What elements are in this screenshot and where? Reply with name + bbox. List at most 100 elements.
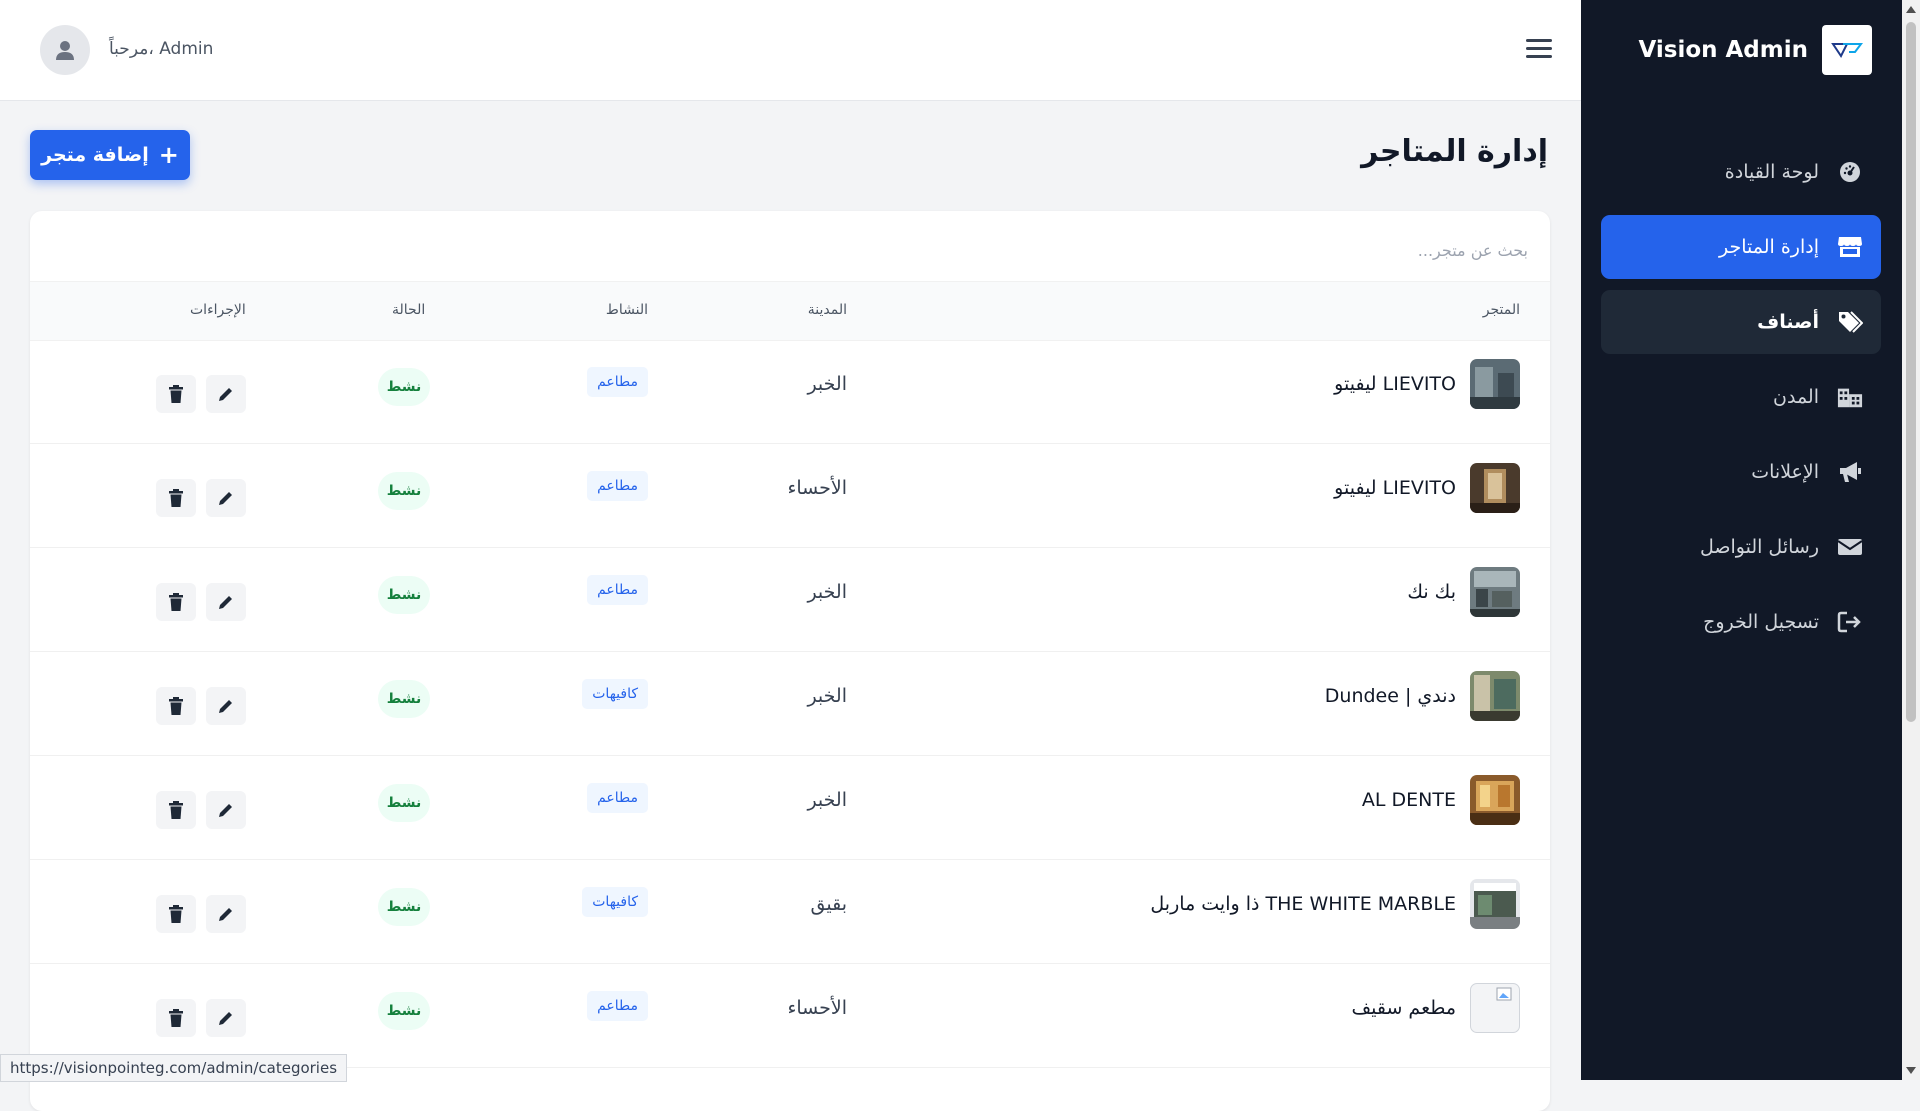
sidebar-item-cities[interactable]: المدن [1601,365,1881,429]
table-header: المتجر المدينة النشاط الحالة الإجراءات [30,281,1550,341]
delete-button[interactable] [156,999,196,1037]
scroll-up-arrow-icon[interactable] [1906,6,1916,13]
add-store-button[interactable]: إضافة متجر + [30,130,190,180]
delete-button[interactable] [156,375,196,413]
store-name: AL DENTE [1361,789,1456,811]
store-icon [1837,234,1863,260]
column-activity: النشاط [605,302,648,318]
pencil-icon [219,1012,232,1025]
store-name: Dundee | دندي [1324,685,1456,707]
trash-icon [169,489,183,507]
logout-icon [1837,609,1863,635]
delete-button[interactable] [156,479,196,517]
status-badge: نشط [378,680,430,718]
menu-toggle-icon[interactable] [1526,36,1552,62]
store-name: ليفيتو LIEVITO [1334,373,1456,395]
status-badge: نشط [378,784,430,822]
trash-icon [169,697,183,715]
sidebar: Vision Admin لوحة القيادة إدارة المتاجر … [1581,0,1902,1080]
edit-button[interactable] [206,999,246,1037]
avatar[interactable] [40,25,90,75]
activity-badge: مطاعم [587,575,648,605]
scroll-down-arrow-icon[interactable] [1906,1067,1916,1074]
activity-badge: مطاعم [587,471,648,501]
top-header: مرحباً، Admin [0,0,1581,101]
table-row: بك نك الخبر مطاعم نشط [30,547,1550,652]
store-name: مطعم سقيف [1351,997,1456,1019]
store-name: بك نك [1407,581,1456,603]
edit-button[interactable] [206,687,246,725]
pencil-icon [219,908,232,921]
delete-button[interactable] [156,895,196,933]
pencil-icon [219,700,232,713]
sidebar-item-messages[interactable]: رسائل التواصل [1601,515,1881,579]
status-badge: نشط [378,368,430,406]
page-scrollbar[interactable] [1902,0,1920,1080]
table-row: مطعم سقيف الأحساء مطاعم نشط [30,963,1550,1068]
envelope-icon [1837,534,1863,560]
edit-button[interactable] [206,791,246,829]
edit-button[interactable] [206,479,246,517]
store-thumbnail [1470,671,1520,721]
store-city: الأحساء [787,477,847,499]
edit-button[interactable] [206,375,246,413]
store-city: الخبر [807,685,847,707]
activity-badge: مطاعم [587,991,648,1021]
sidebar-item-label: رسائل التواصل [1699,536,1819,558]
broken-image-icon [1470,983,1520,1033]
trash-icon [169,385,183,403]
sidebar-item-stores[interactable]: إدارة المتاجر [1601,215,1881,279]
pencil-icon [219,596,232,609]
dashboard-icon [1837,159,1863,185]
table-row: Dundee | دندي الخبر كافيهات نشط [30,651,1550,756]
pencil-icon [219,804,232,817]
link-status-url: https://visionpointeg.com/admin/categori… [0,1054,348,1082]
megaphone-icon [1837,459,1863,485]
sidebar-item-label: تسجيل الخروج [1703,611,1819,633]
page-title: إدارة المتاجر [1361,134,1548,169]
trash-icon [169,801,183,819]
status-badge: نشط [378,888,430,926]
store-thumbnail [1470,879,1520,929]
city-icon [1837,384,1863,410]
status-badge: نشط [378,472,430,510]
user-greeting: مرحباً، Admin [109,39,214,59]
column-city: المدينة [807,302,847,318]
scroll-thumb[interactable] [1906,22,1916,722]
brand-title: Vision Admin [1638,37,1808,63]
add-store-label: إضافة متجر [41,144,149,166]
tags-icon [1837,309,1863,335]
trash-icon [169,1009,183,1027]
sidebar-item-ads[interactable]: الإعلانات [1601,440,1881,504]
status-badge: نشط [378,992,430,1030]
sidebar-item-logout[interactable]: تسجيل الخروج [1601,590,1881,654]
sidebar-item-dashboard[interactable]: لوحة القيادة [1601,140,1881,204]
pencil-icon [219,492,232,505]
column-status: الحالة [392,302,426,318]
edit-button[interactable] [206,895,246,933]
sidebar-nav: لوحة القيادة إدارة المتاجر أصناف المدن ا… [1601,140,1881,665]
store-thumbnail [1470,359,1520,409]
activity-badge: مطاعم [587,783,648,813]
sidebar-item-categories[interactable]: أصناف [1601,290,1881,354]
delete-button[interactable] [156,791,196,829]
brand[interactable]: Vision Admin [1638,25,1872,75]
store-city: الخبر [807,581,847,603]
sidebar-item-label: لوحة القيادة [1724,161,1819,183]
column-actions: الإجراءات [190,302,246,318]
activity-badge: مطاعم [587,367,648,397]
plus-icon: + [158,141,179,169]
search-input[interactable] [926,229,1530,271]
trash-icon [169,905,183,923]
trash-icon [169,593,183,611]
store-thumbnail [1470,567,1520,617]
store-name: ذا وايت ماربل THE WHITE MARBLE [1150,893,1456,915]
table-row: ليفيتو LIEVITO الأحساء مطاعم نشط [30,443,1550,548]
delete-button[interactable] [156,687,196,725]
edit-button[interactable] [206,583,246,621]
store-thumbnail [1470,775,1520,825]
status-badge: نشط [378,576,430,614]
delete-button[interactable] [156,583,196,621]
sidebar-item-label: إدارة المتاجر [1719,236,1819,258]
sidebar-item-label: أصناف [1757,311,1819,333]
